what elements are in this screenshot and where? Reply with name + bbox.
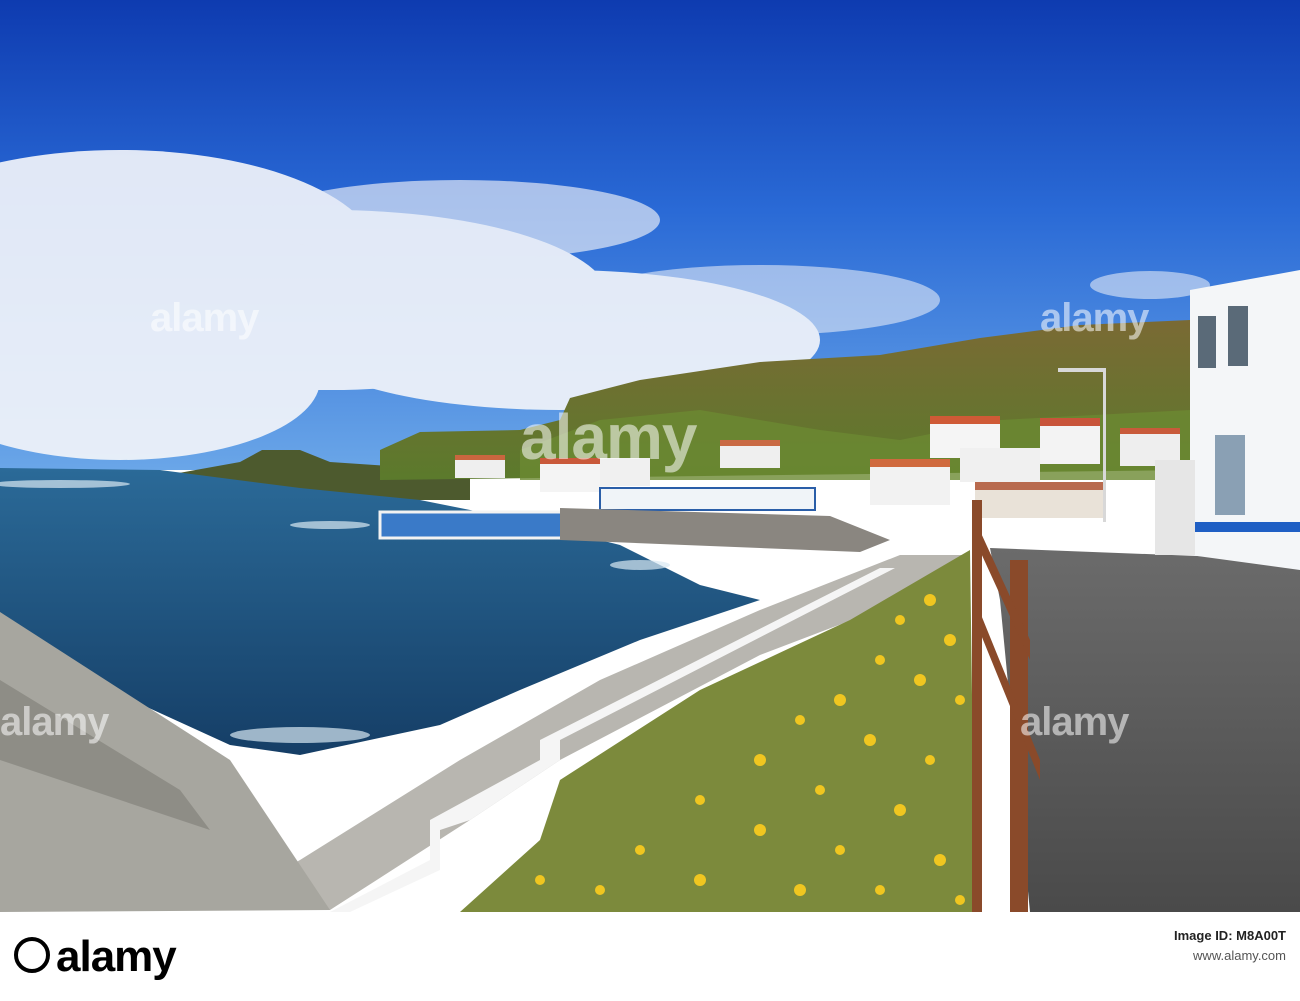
house-blue-trim [1190, 522, 1300, 532]
footer-logo[interactable]: alamy [14, 932, 177, 982]
sea-pool-structure [378, 510, 582, 540]
house-door [1215, 435, 1245, 515]
stock-photo-page: alamy alamy alamy alamy alamy alamy Imag… [0, 0, 1300, 1001]
site-link[interactable]: www.alamy.com [1174, 946, 1286, 966]
house-window [1198, 316, 1216, 368]
house-lower-wall [1155, 460, 1195, 555]
alamy-mark-icon [14, 937, 50, 973]
watermark-logo: alamy [520, 401, 697, 473]
footer-meta: Image ID: M8A00T www.alamy.com [1174, 926, 1286, 966]
street-lamp-pole [1103, 372, 1106, 522]
watermark-repeat: alamy [0, 700, 109, 744]
watermark-repeat: alamy [150, 296, 259, 340]
footer-bar: alamy Image ID: M8A00T www.alamy.com [0, 912, 1300, 1001]
watermark-repeat: alamy [1020, 700, 1129, 744]
house-window [1228, 306, 1248, 366]
image-id-label: Image ID: M8A00T [1174, 928, 1286, 943]
footer-logo-text: alamy [56, 932, 177, 981]
watermark-repeat: alamy [1040, 296, 1149, 340]
street-lamp-head [1058, 368, 1106, 372]
pavilion [599, 487, 816, 511]
